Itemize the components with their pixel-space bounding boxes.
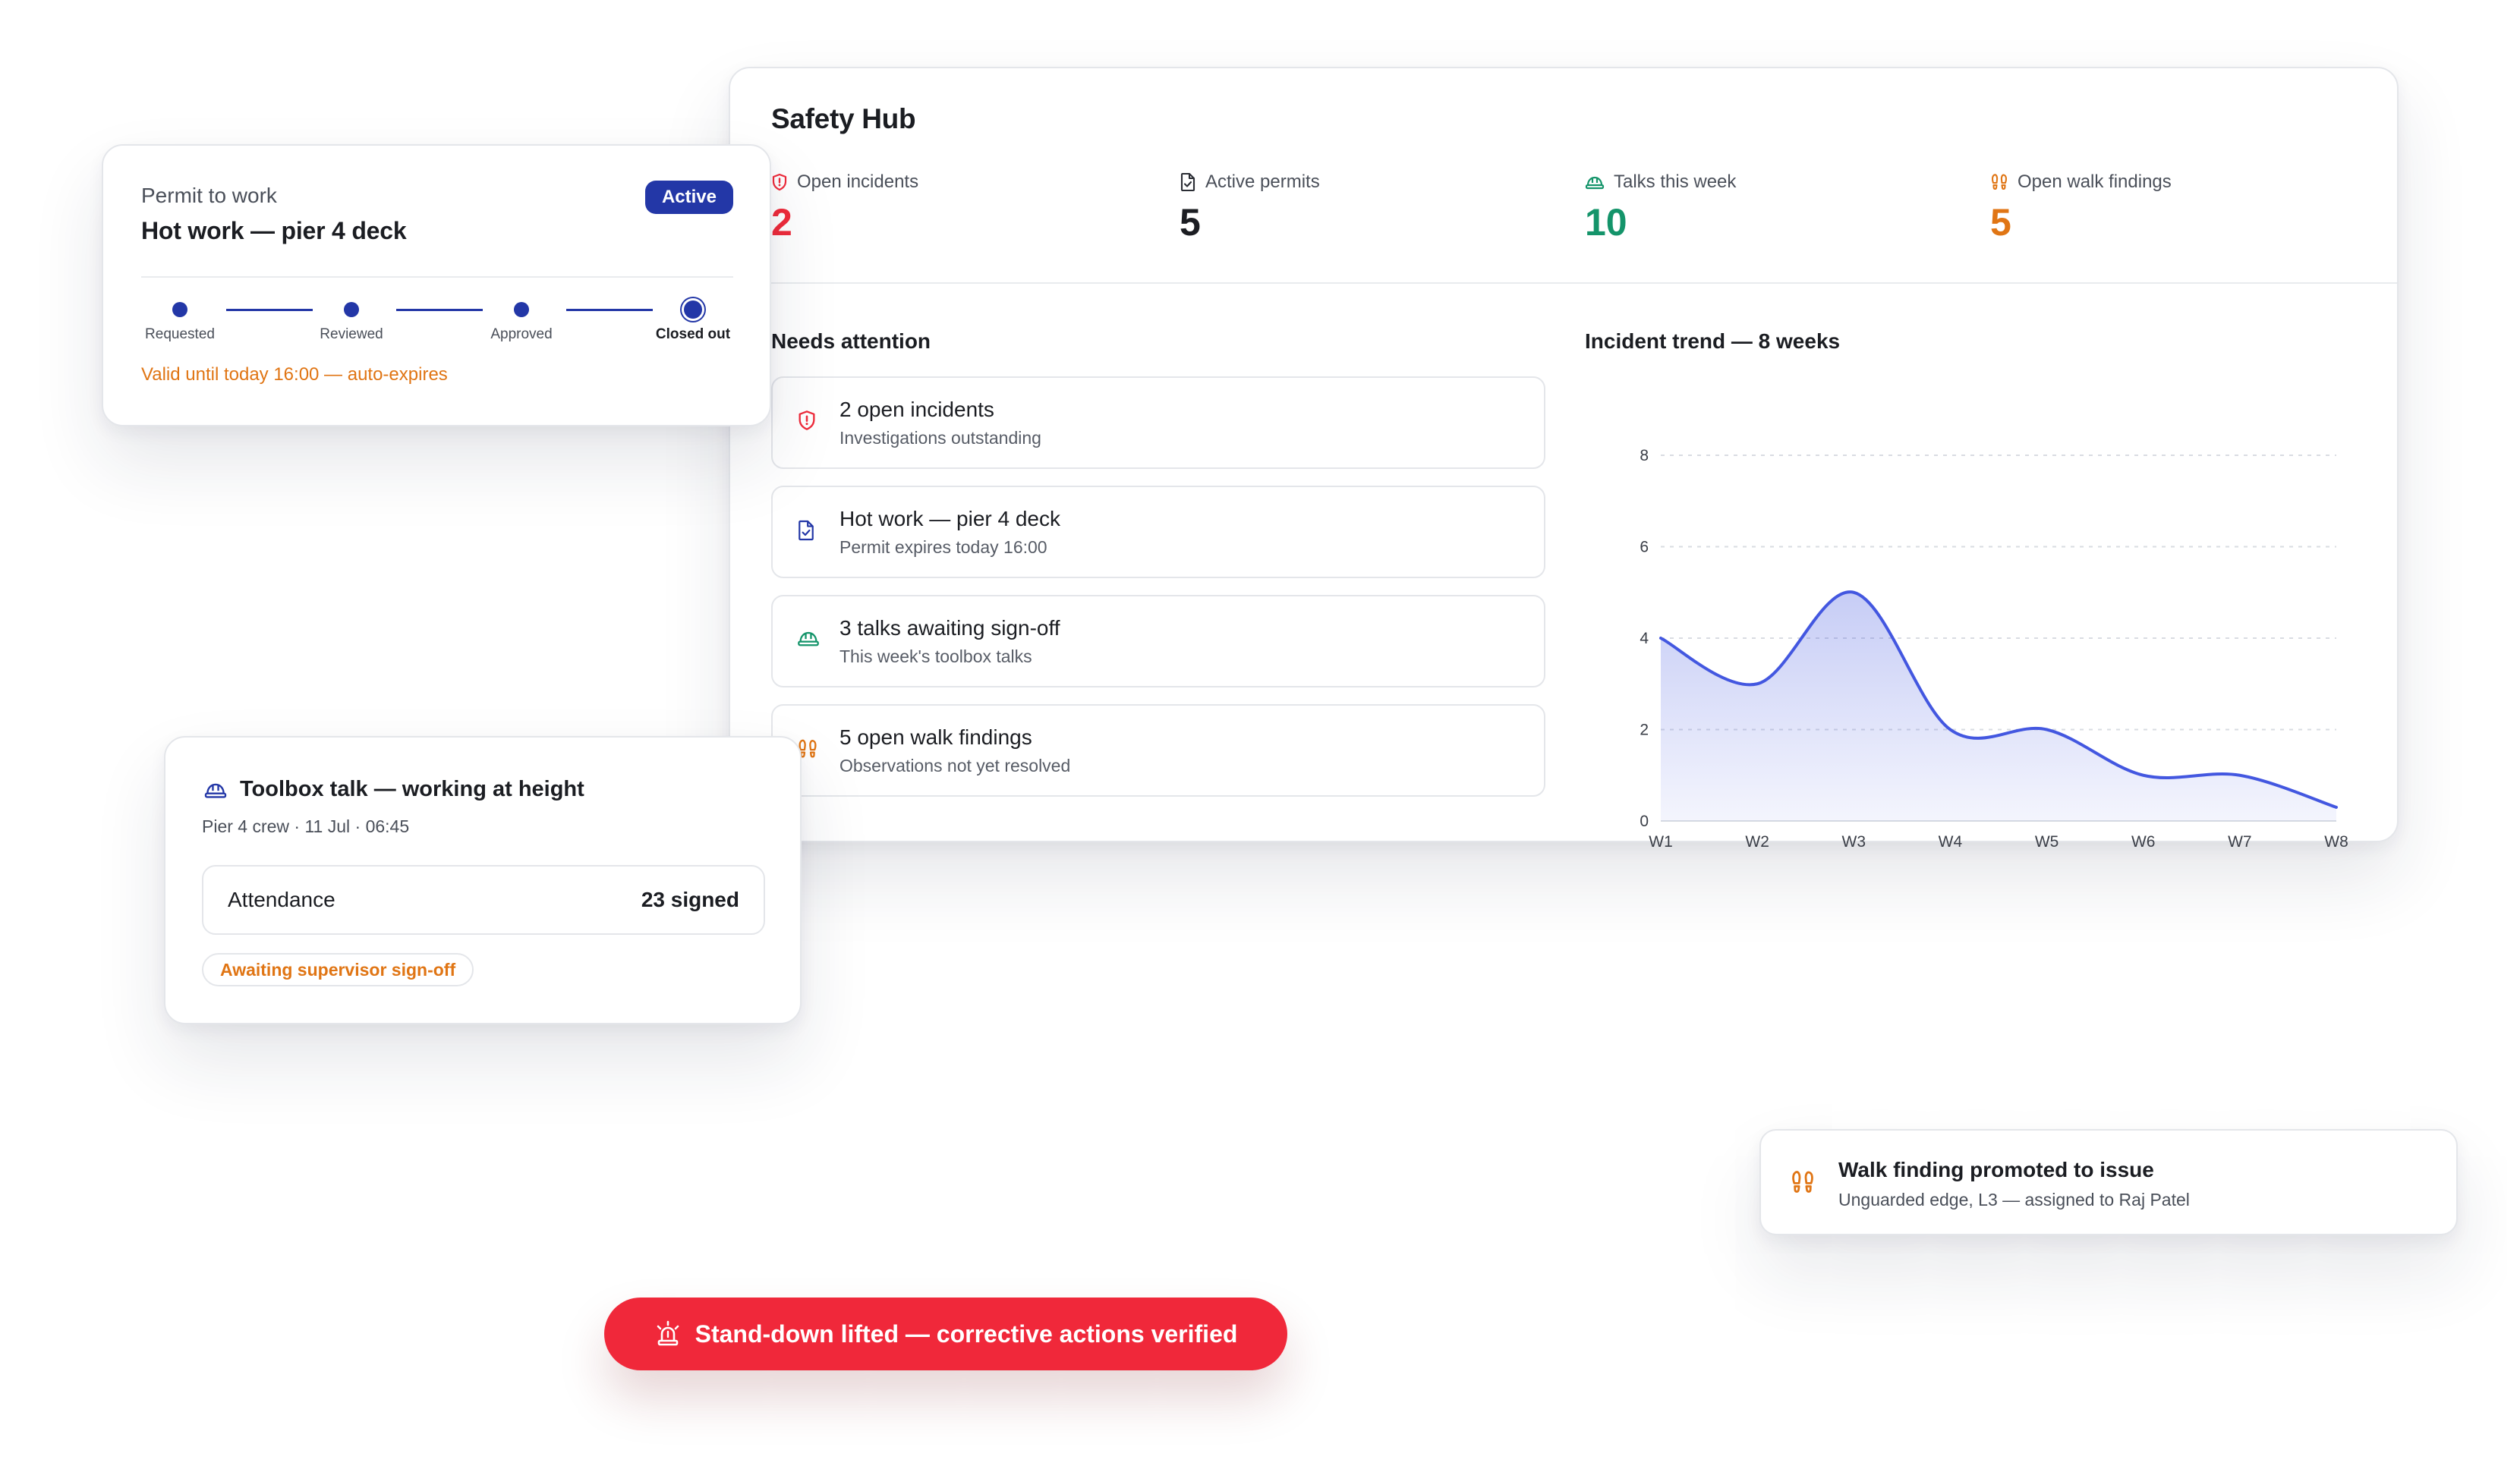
x-tick-label: W1 [1649,833,1673,851]
status-badge: Active [644,181,733,214]
toolbox-meta: Pier 4 crew · 11 Jul · 06:45 [202,816,410,836]
hard-hat-icon [204,783,227,798]
attention-item-findings[interactable]: 5 open walk findings Observations not ye… [771,704,1545,797]
y-tick-label: 2 [1640,722,1649,739]
x-tick-label: W8 [2324,833,2348,851]
x-tick-label: W7 [2228,833,2252,851]
attention-item-incidents[interactable]: 2 open incidents Investigations outstand… [771,376,1545,469]
shield-alert-icon [799,411,815,430]
footprints-icon [1991,174,2008,190]
y-tick-label: 6 [1640,539,1649,556]
permit-eyebrow: Permit to work [141,184,277,207]
permit-card[interactable]: Permit to work Hot work — pier 4 deck Ac… [102,144,771,426]
attention-item-title: 2 open incidents [839,398,994,421]
stat-value: 2 [771,201,792,244]
page-title: Safety Hub [771,103,916,134]
incident-trend-title: Incident trend — 8 weeks [1585,329,1841,353]
stat-label: Open incidents [797,171,919,192]
step-label-current: Closed out [655,326,731,342]
attention-item-title: Hot work — pier 4 deck [839,507,1060,530]
x-tick-label: W2 [1745,833,1769,851]
stat-label: Talks this week [1614,171,1737,192]
step-dot-requested [172,302,187,317]
hard-hat-icon [798,631,819,646]
needs-attention-title: Needs attention [771,329,931,353]
x-tick-label: W5 [2035,833,2059,851]
y-tick-label: 0 [1640,813,1649,830]
document-check-icon [1180,172,1195,192]
attention-item-subtitle: Investigations outstanding [839,428,1041,448]
toolbox-title: Toolbox talk — working at height [240,777,584,801]
progress-connector [566,309,653,311]
attention-item-subtitle: This week's toolbox talks [839,646,1032,666]
stand-down-toast[interactable]: Stand-down lifted — corrective actions v… [604,1298,1287,1370]
shield-alert-icon [772,173,787,191]
progress-connector [396,309,483,311]
step-dot-approved [514,302,529,317]
attention-item-title: 5 open walk findings [839,725,1032,749]
stat-value: 5 [1990,201,2011,244]
step-label: Reviewed [320,326,383,342]
step-label: Requested [145,326,215,342]
x-tick-label: W4 [1939,833,1963,851]
status-pill: Awaiting supervisor sign-off [202,953,474,986]
toolbox-talk-card[interactable]: Toolbox talk — working at height Pier 4 … [164,736,802,1024]
attention-item-subtitle: Observations not yet resolved [839,756,1071,775]
stat-active-permits[interactable]: Active permits 5 [1180,171,1320,241]
attention-item-permit[interactable]: Hot work — pier 4 deck Permit expires to… [771,486,1545,578]
attention-item-subtitle: Permit expires today 16:00 [839,537,1047,557]
permit-validity: Valid until today 16:00 — auto-expires [141,364,448,385]
x-tick-label: W3 [1842,833,1866,851]
step-label: Approved [490,326,553,342]
stat-label: Open walk findings [2018,171,2172,192]
x-tick-label: W6 [2131,833,2156,851]
walk-finding-subtitle: Unguarded edge, L3 — assigned to Raj Pat… [1838,1190,2190,1209]
stat-value: 10 [1585,201,1627,244]
safety-hub-panel: Safety Hub Open incidents 2 Active permi… [729,67,2399,851]
attendance-row[interactable]: Attendance 23 signed [202,865,765,935]
divider [141,276,733,278]
siren-icon [657,1320,679,1346]
walk-finding-notification[interactable]: Walk finding promoted to issue Unguarded… [1759,1129,2458,1235]
attention-item-title: 3 talks awaiting sign-off [839,616,1060,640]
attendance-label: Attendance [228,888,335,911]
toast-text: Stand-down lifted — corrective actions v… [695,1320,1238,1348]
divider [730,282,2397,284]
attendance-value: 23 signed [641,888,739,911]
progress-connector [226,309,313,311]
attention-item-talks[interactable]: 3 talks awaiting sign-off This week's to… [771,595,1545,687]
y-tick-label: 4 [1640,630,1649,647]
footprints-icon [1792,1171,1813,1193]
stat-label: Active permits [1205,171,1320,192]
step-dot-reviewed [344,302,359,317]
walk-finding-title: Walk finding promoted to issue [1838,1158,2154,1181]
stat-value: 5 [1180,201,1201,244]
incident-trend-chart: 0 2 4 6 8 W1 W2 W3 W4 W5 W6 W7 W8 [1640,447,2348,851]
y-tick-label: 8 [1640,447,1649,464]
stat-open-walk-findings[interactable]: Open walk findings 5 [1990,171,2172,241]
series-area [1661,592,2336,821]
permit-title: Hot work — pier 4 deck [141,217,407,244]
stat-open-incidents[interactable]: Open incidents 2 [771,171,918,241]
hard-hat-icon [1585,176,1605,190]
stat-talks-this-week[interactable]: Talks this week 10 [1585,171,1736,241]
step-dot-closed-out [684,300,702,319]
document-check-icon [799,520,814,541]
